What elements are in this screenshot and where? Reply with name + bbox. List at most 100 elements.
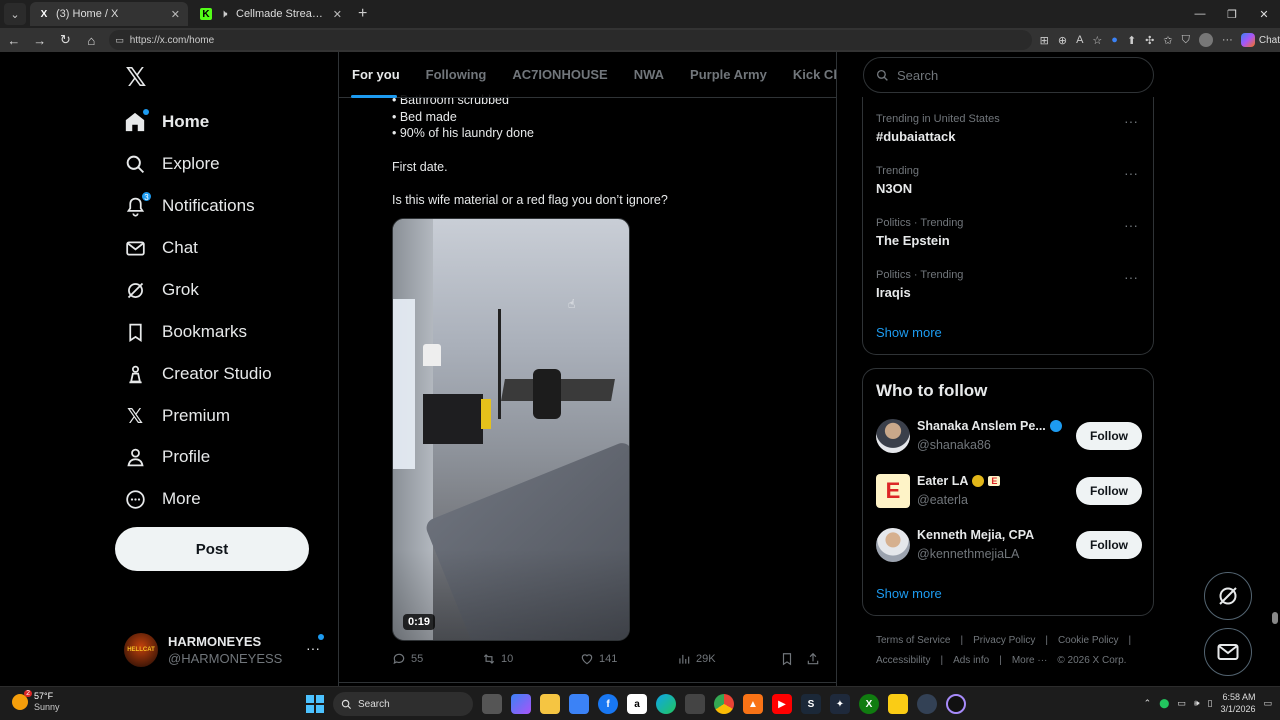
tab-following[interactable]: Following — [413, 52, 500, 98]
nav-item-notifications[interactable]: 3 Notifications — [124, 189, 255, 223]
nav-item-bookmarks[interactable]: Bookmarks — [124, 315, 247, 349]
youtube-icon[interactable]: ▶ — [772, 694, 792, 714]
refresh-icon[interactable]: ↻ — [54, 28, 78, 52]
site-info-icon[interactable]: ▭ — [115, 35, 124, 46]
store-icon[interactable] — [569, 694, 589, 714]
post-button[interactable]: Post — [115, 527, 309, 571]
messages-fab-button[interactable] — [1204, 628, 1252, 676]
file-explorer-icon[interactable] — [540, 694, 560, 714]
favorite-star-icon[interactable]: ☆ — [1092, 34, 1102, 47]
trend-more-icon[interactable]: ··· — [1124, 113, 1138, 129]
search-input[interactable]: Search — [863, 57, 1154, 93]
views-button[interactable]: 29K — [677, 652, 780, 666]
trend-item[interactable]: Trending in United States #dubaiattack ·… — [876, 113, 1146, 144]
trends-show-more-link[interactable]: Show more — [876, 325, 942, 340]
nav-item-explore[interactable]: Explore — [124, 147, 220, 181]
tab-for-you[interactable]: For you — [339, 52, 413, 98]
footer-link-accessibility[interactable]: Accessibility — [876, 655, 930, 666]
nav-item-chat[interactable]: Chat — [124, 231, 198, 265]
sticky-notes-icon[interactable] — [888, 694, 908, 714]
xbox-icon[interactable]: X — [859, 694, 879, 714]
nav-item-grok[interactable]: Grok — [124, 273, 199, 307]
follow-button[interactable]: Follow — [1076, 531, 1142, 559]
chrome-icon[interactable] — [714, 694, 734, 714]
follow-button[interactable]: Follow — [1076, 477, 1142, 505]
tab-kick-clips[interactable]: Kick Clips — [780, 52, 836, 98]
account-switcher[interactable]: HELLCAT HARMONEYES @HARMONEYESS ··· — [124, 630, 328, 670]
task-view-icon[interactable] — [482, 694, 502, 714]
close-window-icon[interactable]: ✕ — [1248, 0, 1280, 28]
steam-icon[interactable]: S — [801, 694, 821, 714]
game-launcher-icon[interactable]: ✦ — [830, 694, 850, 714]
volume-icon[interactable]: 🕪 — [1194, 698, 1200, 709]
follow-suggestion[interactable]: Kenneth Mejia, CPA @kennethmejiaLA Follo… — [876, 528, 1142, 564]
trend-more-icon[interactable]: ··· — [1124, 217, 1138, 233]
forward-icon[interactable]: → — [28, 28, 52, 52]
footer-link-ads[interactable]: Ads info — [953, 655, 989, 666]
minimize-icon[interactable]: — — [1184, 0, 1216, 28]
trend-item[interactable]: Politics · Trending The Epstein ··· — [876, 217, 1146, 248]
nav-item-profile[interactable]: Profile — [124, 440, 210, 474]
close-tab-icon[interactable]: ✕ — [333, 8, 342, 21]
app-available-icon[interactable]: ⊞ — [1040, 34, 1049, 47]
trend-item[interactable]: Politics · Trending Iraqis ··· — [876, 269, 1146, 300]
share-button[interactable] — [806, 652, 820, 666]
obs-icon[interactable] — [946, 694, 966, 714]
browser-tab-x-home[interactable]: X (3) Home / X ✕ — [30, 2, 188, 26]
amazon-icon[interactable]: a — [627, 694, 647, 714]
mic-icon[interactable]: ⬤ — [1159, 698, 1169, 709]
trend-more-icon[interactable]: ··· — [1124, 165, 1138, 181]
x-logo-icon[interactable]: 𝕏 — [124, 64, 148, 90]
favorites-icon[interactable]: ✩ — [1163, 34, 1172, 47]
copilot-chat-button[interactable]: Chat — [1240, 33, 1280, 47]
network-icon[interactable]: ▭ — [1177, 698, 1186, 709]
follow-button[interactable]: Follow — [1076, 422, 1142, 450]
home-browser-icon[interactable]: ⌂ — [79, 28, 103, 52]
nav-item-premium[interactable]: 𝕏 Premium — [124, 399, 230, 433]
tab-ac7ionhouse[interactable]: AC7IONHOUSE — [499, 52, 620, 98]
tab-actions-menu[interactable]: ⌄ — [4, 3, 26, 25]
new-tab-icon[interactable]: + — [358, 5, 367, 23]
browser-essentials-icon[interactable]: ⛉ — [1182, 34, 1190, 47]
account-more-icon[interactable]: ··· — [306, 634, 324, 656]
reply-button[interactable]: 55 — [392, 652, 482, 666]
profile-avatar-icon[interactable] — [1198, 33, 1213, 47]
calculator-icon[interactable] — [685, 694, 705, 714]
browser-tab-stream[interactable]: K 🕨 Cellmade Stream - Watch Liv ✕ — [192, 2, 350, 26]
follow-show-more-link[interactable]: Show more — [876, 586, 942, 601]
show-hidden-icons[interactable]: ⌃ — [1144, 698, 1152, 709]
extension-icon[interactable]: ● — [1111, 34, 1118, 46]
trend-more-icon[interactable]: ··· — [1124, 269, 1138, 285]
repost-button[interactable]: 10 — [482, 652, 580, 666]
page-scrollbar[interactable] — [1270, 52, 1280, 686]
nav-item-more[interactable]: More — [124, 482, 201, 516]
url-field[interactable]: ▭ https://x.com/home — [109, 30, 1032, 50]
footer-link-terms[interactable]: Terms of Service — [876, 635, 950, 646]
restore-icon[interactable]: ❐ — [1216, 0, 1248, 28]
nav-item-creator-studio[interactable]: Creator Studio — [124, 357, 272, 391]
app-icon[interactable] — [917, 694, 937, 714]
close-tab-icon[interactable]: ✕ — [171, 8, 180, 21]
facebook-icon[interactable]: f — [598, 694, 618, 714]
clock[interactable]: 6:58 AM 3/1/2026 — [1220, 691, 1255, 715]
trend-item[interactable]: Trending N3ON ··· — [876, 165, 1146, 196]
post-video[interactable]: 0:19 — [392, 218, 630, 641]
nav-item-home[interactable]: Home — [124, 105, 209, 139]
zoom-icon[interactable]: ⊕ — [1058, 34, 1067, 47]
extension-pin-icon[interactable]: ⬆ — [1127, 34, 1136, 47]
follow-suggestion[interactable]: Shanaka Anslem Pe... @shanaka86 Follow — [876, 419, 1142, 455]
windows-start-icon[interactable] — [306, 695, 324, 713]
footer-link-more[interactable]: More ··· — [1012, 655, 1048, 666]
weather-widget[interactable]: 2 57°F Sunny — [12, 690, 60, 713]
footer-link-privacy[interactable]: Privacy Policy — [973, 635, 1035, 646]
speaker-muted-icon[interactable]: 🕨 — [218, 8, 230, 20]
scrollbar-thumb[interactable] — [1272, 612, 1278, 624]
bookmark-post-button[interactable] — [780, 652, 806, 666]
vlc-icon[interactable]: ▲ — [743, 694, 763, 714]
copilot-app-icon[interactable] — [511, 694, 531, 714]
read-aloud-icon[interactable]: A — [1076, 34, 1083, 46]
taskbar-search[interactable]: Search — [333, 692, 473, 716]
settings-more-icon[interactable]: ··· — [1222, 34, 1233, 46]
battery-icon[interactable]: ▯ — [1207, 698, 1212, 709]
notification-center-icon[interactable]: ▭ — [1263, 698, 1272, 709]
